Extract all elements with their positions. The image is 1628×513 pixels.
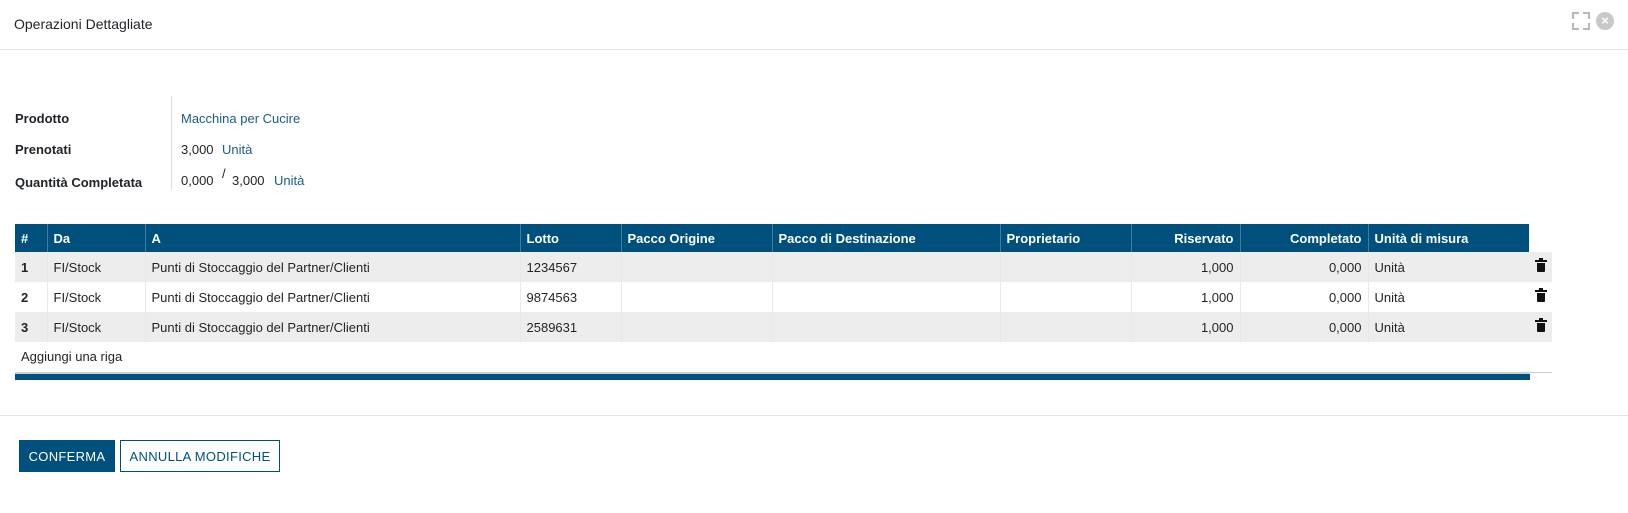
done-total: 3,000 xyxy=(232,173,265,188)
form-divider xyxy=(171,96,172,190)
trash-icon[interactable] xyxy=(1534,317,1547,332)
cell-source-package[interactable] xyxy=(620,252,772,282)
done-separator: / xyxy=(222,166,226,181)
cell-from[interactable]: FI/Stock xyxy=(46,252,145,282)
cell-done[interactable]: 0,000 xyxy=(1239,252,1368,282)
cell-to[interactable]: Punti di Stoccaggio del Partner/Clienti xyxy=(144,282,520,312)
col-header-actions xyxy=(1529,224,1552,252)
cell-lot[interactable]: 2589631 xyxy=(519,312,621,342)
cell-owner[interactable] xyxy=(999,252,1131,282)
row-delete[interactable] xyxy=(1529,282,1552,312)
cell-owner[interactable] xyxy=(999,312,1131,342)
dialog-header: Operazioni Dettagliate × xyxy=(0,0,1628,50)
product-link[interactable]: Macchina per Cucire xyxy=(181,111,300,126)
discard-button[interactable]: ANNULLA MODIFICHE xyxy=(120,440,280,472)
cell-reserved: 1,000 xyxy=(1130,312,1240,342)
cell-owner[interactable] xyxy=(999,282,1131,312)
row-index: 2 xyxy=(15,282,47,312)
expand-icon[interactable] xyxy=(1572,12,1590,30)
col-header-reserved[interactable]: Riservato xyxy=(1130,224,1240,252)
table-row[interactable]: 1 FI/Stock Punti di Stoccaggio del Partn… xyxy=(15,252,1552,282)
cell-lot[interactable]: 1234567 xyxy=(519,252,621,282)
cell-from[interactable]: FI/Stock xyxy=(46,282,145,312)
operations-table: # Da A Lotto Pacco Origine Pacco di Dest… xyxy=(15,224,1552,380)
cell-uom[interactable]: Unità xyxy=(1367,252,1529,282)
col-header-to[interactable]: A xyxy=(144,224,520,252)
add-line-link[interactable]: Aggiungi una riga xyxy=(21,349,122,364)
cell-reserved: 1,000 xyxy=(1130,282,1240,312)
cell-destination-package[interactable] xyxy=(771,252,1000,282)
col-header-lot[interactable]: Lotto xyxy=(519,224,621,252)
cell-to[interactable]: Punti di Stoccaggio del Partner/Clienti xyxy=(144,252,520,282)
row-delete[interactable] xyxy=(1529,252,1552,282)
cell-done[interactable]: 0,000 xyxy=(1239,312,1368,342)
reserved-qty: 3,000 xyxy=(181,142,214,157)
cell-reserved: 1,000 xyxy=(1130,252,1240,282)
row-index: 3 xyxy=(15,312,47,342)
reserved-uom-link[interactable]: Unità xyxy=(222,142,252,157)
dialog-title: Operazioni Dettagliate xyxy=(14,16,153,32)
row-index: 1 xyxy=(15,252,47,282)
table-header-row: # Da A Lotto Pacco Origine Pacco di Dest… xyxy=(15,224,1552,252)
close-icon[interactable]: × xyxy=(1596,12,1614,30)
table-footer-bar xyxy=(15,372,1530,380)
done-uom-link[interactable]: Unità xyxy=(274,173,304,188)
cell-uom[interactable]: Unità xyxy=(1367,282,1529,312)
col-header-destination-package[interactable]: Pacco di Destinazione xyxy=(771,224,1000,252)
col-header-uom[interactable]: Unità di misura xyxy=(1367,224,1529,252)
header-actions: × xyxy=(1572,12,1614,30)
cell-destination-package[interactable] xyxy=(771,312,1000,342)
cell-source-package[interactable] xyxy=(620,312,772,342)
col-header-index: # xyxy=(15,224,47,252)
col-header-from[interactable]: Da xyxy=(46,224,145,252)
cell-from[interactable]: FI/Stock xyxy=(46,312,145,342)
done-qty[interactable]: 0,000 xyxy=(181,173,214,188)
cell-uom[interactable]: Unità xyxy=(1367,312,1529,342)
add-line-row: Aggiungi una riga xyxy=(15,342,1552,373)
col-header-source-package[interactable]: Pacco Origine xyxy=(620,224,772,252)
row-delete[interactable] xyxy=(1529,312,1552,342)
product-label: Prodotto xyxy=(15,111,70,126)
add-line-cell: Aggiungi una riga xyxy=(15,342,1552,373)
col-header-done[interactable]: Completato xyxy=(1239,224,1368,252)
table-row[interactable]: 2 FI/Stock Punti di Stoccaggio del Partn… xyxy=(15,282,1552,312)
table-row[interactable]: 3 FI/Stock Punti di Stoccaggio del Partn… xyxy=(15,312,1552,342)
cell-to[interactable]: Punti di Stoccaggio del Partner/Clienti xyxy=(144,312,520,342)
trash-icon[interactable] xyxy=(1534,257,1547,272)
reserved-label: Prenotati xyxy=(15,142,72,157)
confirm-button[interactable]: CONFERMA xyxy=(19,440,115,472)
cell-source-package[interactable] xyxy=(620,282,772,312)
dialog-footer: CONFERMA ANNULLA MODIFICHE xyxy=(0,415,1628,513)
cell-lot[interactable]: 9874563 xyxy=(519,282,621,312)
done-label: Quantità Completata xyxy=(15,175,143,190)
col-header-owner[interactable]: Proprietario xyxy=(999,224,1131,252)
trash-icon[interactable] xyxy=(1534,287,1547,302)
cell-done[interactable]: 0,000 xyxy=(1239,282,1368,312)
cell-destination-package[interactable] xyxy=(771,282,1000,312)
